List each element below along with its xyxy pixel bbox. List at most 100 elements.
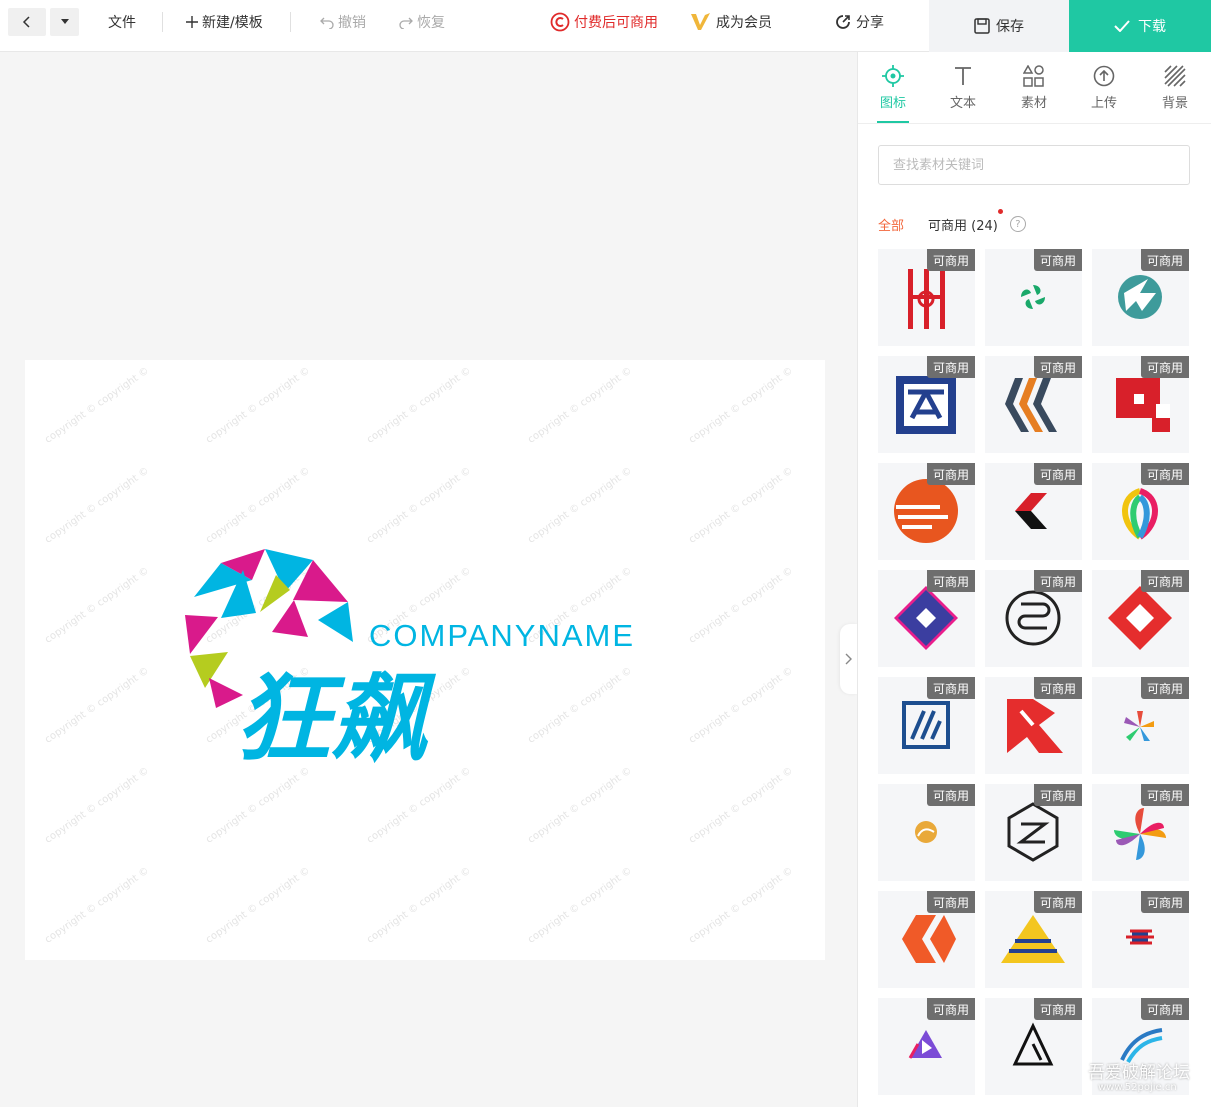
logo-card[interactable]: 可商用 — [878, 677, 975, 774]
upload-icon — [1092, 64, 1116, 88]
vip-v-icon — [690, 12, 712, 32]
logo-card[interactable]: 可商用 — [1092, 570, 1189, 667]
logo-card[interactable]: 可商用 — [985, 784, 1082, 881]
commercial-tag: 可商用 — [1140, 463, 1189, 485]
redo-button[interactable]: 恢复 — [399, 0, 445, 44]
forum-watermark-url: www.52pojie.cn — [1098, 1082, 1177, 1093]
logo-card[interactable]: 可商用 — [878, 249, 975, 346]
tab-materials[interactable]: 素材 — [1009, 64, 1059, 124]
help-icon[interactable]: ? — [1009, 216, 1026, 232]
logo-card[interactable]: 可商用 — [1092, 249, 1189, 346]
logo-card[interactable]: 可商用 — [878, 356, 975, 453]
commercial-tag: 可商用 — [1140, 891, 1189, 913]
redo-label: 恢复 — [417, 15, 445, 31]
forum-watermark: 吾爱破解论坛 — [1088, 1063, 1190, 1083]
undo-label: 撤销 — [338, 15, 366, 31]
share-icon — [834, 13, 852, 31]
file-menu[interactable]: 文件 — [108, 0, 136, 44]
share-button[interactable]: 分享 — [834, 0, 884, 44]
logo-card[interactable]: 可商用 — [878, 784, 975, 881]
commercial-tag: 可商用 — [926, 891, 975, 913]
tab-upload-label: 上传 — [1090, 96, 1117, 111]
brand-name-text: 狂飙 — [235, 663, 437, 775]
commercial-tag: 可商用 — [926, 998, 975, 1020]
redo-icon — [399, 15, 413, 29]
toolbar-divider — [290, 12, 291, 32]
tab-icons[interactable]: 图标 — [868, 64, 918, 124]
commercial-tag: 可商用 — [1033, 249, 1082, 271]
logo-card[interactable]: 可商用 — [1092, 891, 1189, 988]
commercial-tag: 可商用 — [926, 356, 975, 378]
logo-card[interactable]: 可商用 — [985, 463, 1082, 560]
chevron-right-icon — [845, 653, 852, 665]
undo-icon — [320, 15, 334, 29]
check-icon — [1114, 20, 1130, 32]
logo-card[interactable]: 可商用 — [1092, 463, 1189, 560]
logo-card[interactable]: 可商用 — [985, 677, 1082, 774]
caret-down-icon — [60, 19, 69, 24]
logo-card[interactable]: 可商用 — [985, 249, 1082, 346]
logo-card[interactable]: 可商用 — [878, 570, 975, 667]
chevron-left-icon — [22, 16, 30, 28]
logo-card[interactable]: 可商用 — [985, 570, 1082, 667]
commercial-tag: 可商用 — [926, 677, 975, 699]
back-button[interactable] — [8, 8, 46, 36]
logo-card[interactable]: 可商用 — [985, 356, 1082, 453]
commercial-tag: 可商用 — [1140, 677, 1189, 699]
new-template-button[interactable]: 新建/模板 — [186, 0, 263, 44]
paid-commercial-button[interactable]: 付费后可商用 — [550, 0, 658, 44]
undo-button[interactable]: 撤销 — [320, 0, 366, 44]
tab-upload[interactable]: 上传 — [1079, 64, 1129, 124]
become-member-label: 成为会员 — [716, 15, 772, 31]
filter-all[interactable]: 全部 — [878, 215, 904, 234]
logo-card[interactable]: 可商用 — [1092, 677, 1189, 774]
filter-commercial-label: 可商用 (24) — [928, 218, 998, 234]
paid-commercial-label: 付费后可商用 — [574, 15, 658, 31]
save-label: 保存 — [996, 19, 1024, 35]
logo-artwork[interactable]: COMPANYNAME 狂飙 — [25, 360, 825, 960]
history-dropdown-button[interactable] — [50, 8, 79, 36]
company-name-text: COMPANYNAME — [369, 618, 635, 653]
logo-card[interactable]: 可商用 — [1092, 356, 1189, 453]
logo-card[interactable]: 可商用 — [878, 998, 975, 1095]
commercial-tag: 可商用 — [1033, 677, 1082, 699]
commercial-tag: 可商用 — [1033, 998, 1082, 1020]
tab-materials-label: 素材 — [1020, 96, 1047, 111]
tab-background[interactable]: 背景 — [1150, 64, 1200, 124]
text-icon — [951, 64, 975, 88]
filter-bar: 全部 可商用 (24) ? — [878, 208, 1026, 234]
design-canvas[interactable]: copyright © copyright © copyright © copyr… — [25, 360, 825, 960]
assets-panel: 图标 文本 素材 上传 背景 全部 — [857, 52, 1211, 1107]
plus-icon — [186, 16, 198, 28]
commercial-tag: 可商用 — [1140, 784, 1189, 806]
commercial-tag: 可商用 — [1033, 570, 1082, 592]
logo-card[interactable]: 可商用 — [985, 891, 1082, 988]
tab-icons-label: 图标 — [879, 96, 906, 111]
tab-text[interactable]: 文本 — [938, 64, 988, 124]
save-button[interactable]: 保存 — [929, 0, 1069, 52]
share-label: 分享 — [856, 15, 884, 31]
commercial-tag: 可商用 — [1033, 463, 1082, 485]
toolbar-divider — [162, 12, 163, 32]
tab-text-label: 文本 — [949, 96, 976, 111]
logo-card[interactable]: 可商用 — [985, 998, 1082, 1095]
panel-tabs: 图标 文本 素材 上传 背景 — [858, 52, 1211, 124]
search-input[interactable] — [878, 145, 1190, 185]
download-label: 下载 — [1138, 19, 1166, 35]
logo-card[interactable]: 可商用 — [878, 463, 975, 560]
logo-card[interactable]: 可商用 — [1092, 784, 1189, 881]
commercial-tag: 可商用 — [926, 784, 975, 806]
filter-commercial[interactable]: 可商用 (24) — [928, 208, 1003, 234]
file-menu-label: 文件 — [108, 15, 136, 31]
commercial-tag: 可商用 — [926, 463, 975, 485]
download-button[interactable]: 下载 — [1069, 0, 1211, 52]
commercial-tag: 可商用 — [1140, 570, 1189, 592]
shapes-icon — [1022, 64, 1046, 88]
commercial-tag: 可商用 — [1033, 891, 1082, 913]
become-member-button[interactable]: 成为会员 — [690, 0, 772, 44]
copyright-icon — [550, 12, 570, 32]
panel-collapse-toggle[interactable] — [840, 624, 858, 694]
logo-card[interactable]: 可商用 — [878, 891, 975, 988]
target-icon — [881, 64, 905, 88]
save-icon — [974, 18, 990, 34]
